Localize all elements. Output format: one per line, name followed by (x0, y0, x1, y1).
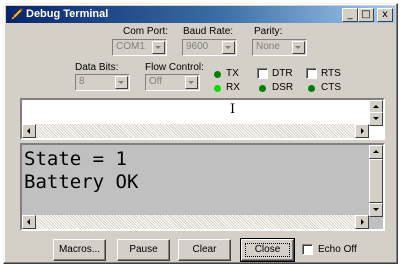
baud-rate-select[interactable]: 9600 (182, 39, 237, 56)
close-button[interactable]: Close (240, 238, 295, 262)
minimize-button[interactable]: _ (342, 8, 358, 22)
scroll-right-button[interactable] (355, 215, 369, 229)
chevron-down-icon[interactable] (222, 41, 235, 54)
flow-control-value: Off (149, 76, 163, 87)
baud-rate-label: Baud Rate: (183, 26, 234, 37)
debug-terminal-window: Debug Terminal _ □ x Com Port: Baud Rate… (3, 3, 398, 264)
minimize-icon: _ (347, 9, 353, 20)
text-cursor-icon: I (230, 102, 236, 117)
com-port-value: COM1 (116, 41, 145, 52)
rts-checkbox[interactable] (306, 68, 317, 79)
scroll-down-button[interactable] (369, 203, 383, 217)
dtr-checkbox[interactable] (257, 68, 268, 79)
data-bits-select[interactable]: 8 (75, 74, 130, 91)
pencil-app-icon (10, 8, 23, 21)
data-bits-value: 8 (79, 76, 85, 87)
scroll-right-button[interactable] (355, 124, 369, 138)
scroll-up-button[interactable] (369, 145, 383, 159)
rts-label: RTS (321, 68, 341, 79)
chevron-down-icon[interactable] (292, 41, 305, 54)
flow-control-select[interactable]: Off (145, 74, 200, 91)
receive-output: State = 1 Battery OK (24, 148, 138, 194)
flow-control-label: Flow Control: (145, 62, 204, 73)
pause-button[interactable]: Pause (117, 239, 170, 261)
horizontal-scroll-track[interactable] (36, 124, 359, 138)
macros-button[interactable]: Macros... (53, 239, 106, 261)
title-bar[interactable]: Debug Terminal _ □ x (6, 6, 395, 23)
clear-button[interactable]: Clear (178, 239, 231, 261)
macros-label: Macros... (58, 244, 101, 255)
parity-select[interactable]: None (252, 39, 307, 56)
data-bits-label: Data Bits: (75, 62, 119, 73)
output-line: State = 1 (24, 148, 127, 170)
maximize-icon: □ (361, 9, 371, 20)
maximize-button[interactable]: □ (358, 8, 374, 22)
chevron-down-icon[interactable] (152, 41, 165, 54)
focus-rect (245, 243, 290, 257)
dtr-label: DTR (272, 68, 293, 79)
vertical-scroll-thumb[interactable] (369, 159, 383, 203)
baud-rate-value: 9600 (186, 41, 209, 52)
echo-off-checkbox[interactable] (302, 244, 313, 255)
window-title: Debug Terminal (26, 8, 109, 20)
dsr-label: DSR (272, 82, 294, 93)
rx-indicator-icon (214, 85, 221, 92)
parity-label: Parity: (254, 26, 283, 37)
chevron-down-icon[interactable] (185, 76, 198, 89)
pause-label: Pause (129, 244, 158, 255)
scroll-left-button[interactable] (22, 215, 36, 229)
dsr-indicator-icon (259, 85, 266, 92)
cts-indicator-icon (308, 85, 315, 92)
echo-off-label: Echo Off (318, 244, 357, 255)
cts-label: CTS (321, 82, 341, 93)
parity-value: None (256, 41, 280, 52)
rx-label: RX (226, 82, 240, 93)
chevron-down-icon[interactable] (115, 76, 128, 89)
close-window-button[interactable]: x (377, 8, 393, 22)
output-line: Battery OK (24, 171, 139, 193)
com-port-label: Com Port: (123, 26, 169, 37)
receive-panel: State = 1 Battery OK (20, 143, 385, 231)
tx-indicator-icon (214, 71, 221, 78)
clear-label: Clear (192, 244, 217, 255)
tx-label: TX (226, 68, 239, 79)
horizontal-scroll-track[interactable] (36, 215, 359, 229)
close-icon: x (382, 9, 388, 20)
scroll-down-button[interactable] (369, 112, 383, 126)
transmit-panel[interactable]: I (20, 98, 385, 140)
scroll-left-button[interactable] (22, 124, 36, 138)
com-port-select[interactable]: COM1 (112, 39, 167, 56)
